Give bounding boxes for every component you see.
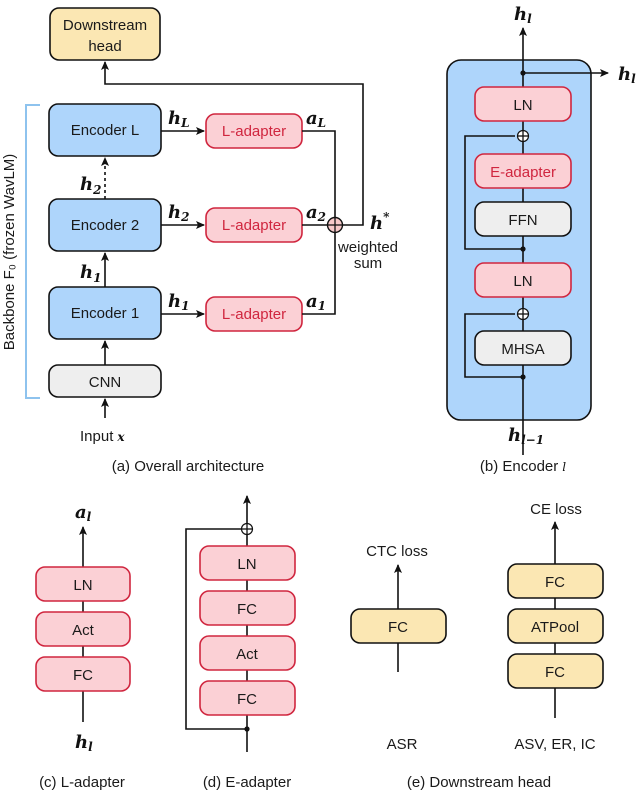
ffn-label: FFN <box>508 212 537 229</box>
caption-e: (e) Downstream head <box>407 774 551 791</box>
ctc-loss-label: CTC loss <box>366 543 428 560</box>
cnn-label: CNN <box>89 374 122 391</box>
backbone-label: Backbone F₀ (frozen WavLM) <box>1 154 18 351</box>
panel-e-downstream-head: FC CTC loss ASR FC ATPool FC CE loss ASV… <box>350 501 604 791</box>
label-hstar: h* <box>370 210 390 234</box>
label-hl-c: hl <box>75 732 93 754</box>
panel-d-e-adapter: LN FC Act FC (d) E-adapter <box>185 495 296 791</box>
label-hL: hL <box>168 108 190 130</box>
l-adapter-ln-label: LN <box>73 577 92 594</box>
panel-b-encoder: LN E-adapter FFN LN MHSA hl hl hl−1 (b) … <box>446 4 636 475</box>
e-adapter-ln-label: LN <box>237 556 256 573</box>
label-aL: aL <box>306 108 326 130</box>
label-al: al <box>75 502 92 524</box>
junction-mhsa <box>520 374 526 380</box>
asr-fc-label: FC <box>388 619 408 636</box>
label-a1: a1 <box>306 291 326 313</box>
l-adapter-fc-label: FC <box>73 667 93 684</box>
l-adapter-act-label: Act <box>72 622 95 639</box>
downstream-head-label-2: head <box>88 38 121 55</box>
e-adapter-fc1-label: FC <box>237 601 257 618</box>
label-hl-1-bottom: hl−1 <box>508 425 544 447</box>
caption-b: (b) Encoder l <box>480 458 566 475</box>
diagram-canvas: Backbone F₀ (frozen WavLM) Downstream he… <box>1 4 636 791</box>
label-h1-vertical: h1 <box>80 262 101 285</box>
junction-e-adapter <box>244 726 250 732</box>
backbone-bracket <box>25 104 40 399</box>
encoder-2-label: Encoder 2 <box>71 217 139 234</box>
l-adapter-2-label: L-adapter <box>222 217 286 234</box>
l-adapter-L-label: L-adapter <box>222 123 286 140</box>
label-h1: h1 <box>168 291 189 313</box>
cls-task-label: ASV, ER, IC <box>514 736 595 753</box>
ln-top-label: LN <box>513 97 532 114</box>
caption-c: (c) L-adapter <box>39 774 125 791</box>
panel-c-l-adapter: LN Act FC al hl (c) L-adapter <box>35 502 131 791</box>
input-label: Input x <box>80 428 125 445</box>
junction-ffn <box>520 246 526 252</box>
label-hl-right: hl <box>618 64 636 86</box>
label-h2-vertical: h2 <box>80 174 101 197</box>
ln-bottom-label: LN <box>513 273 532 290</box>
atpool-label: ATPool <box>531 619 579 636</box>
weighted-sum-label-1: weighted <box>337 239 398 256</box>
e-adapter-act-label: Act <box>236 646 259 663</box>
label-h2: h2 <box>168 202 189 224</box>
label-hl-top: hl <box>514 4 532 26</box>
encoder-1-label: Encoder 1 <box>71 305 139 322</box>
weighted-sum-label-2: sum <box>354 255 382 272</box>
asr-task-label: ASR <box>387 736 418 753</box>
cls-fc-top-label: FC <box>545 574 565 591</box>
label-a2: a2 <box>306 202 326 224</box>
panel-a-overall-architecture: Backbone F₀ (frozen WavLM) Downstream he… <box>1 7 398 475</box>
cls-fc-bottom-label: FC <box>545 664 565 681</box>
encoder-L-label: Encoder L <box>71 122 139 139</box>
e-adapter-label: E-adapter <box>490 164 556 181</box>
caption-d: (d) E-adapter <box>203 774 291 791</box>
l-adapter-1-label: L-adapter <box>222 306 286 323</box>
mhsa-label: MHSA <box>501 341 544 358</box>
ce-loss-label: CE loss <box>530 501 582 518</box>
downstream-head-label-1: Downstream <box>63 17 147 34</box>
junction-top <box>520 70 526 76</box>
e-adapter-fc2-label: FC <box>237 691 257 708</box>
caption-a: (a) Overall architecture <box>112 458 265 475</box>
